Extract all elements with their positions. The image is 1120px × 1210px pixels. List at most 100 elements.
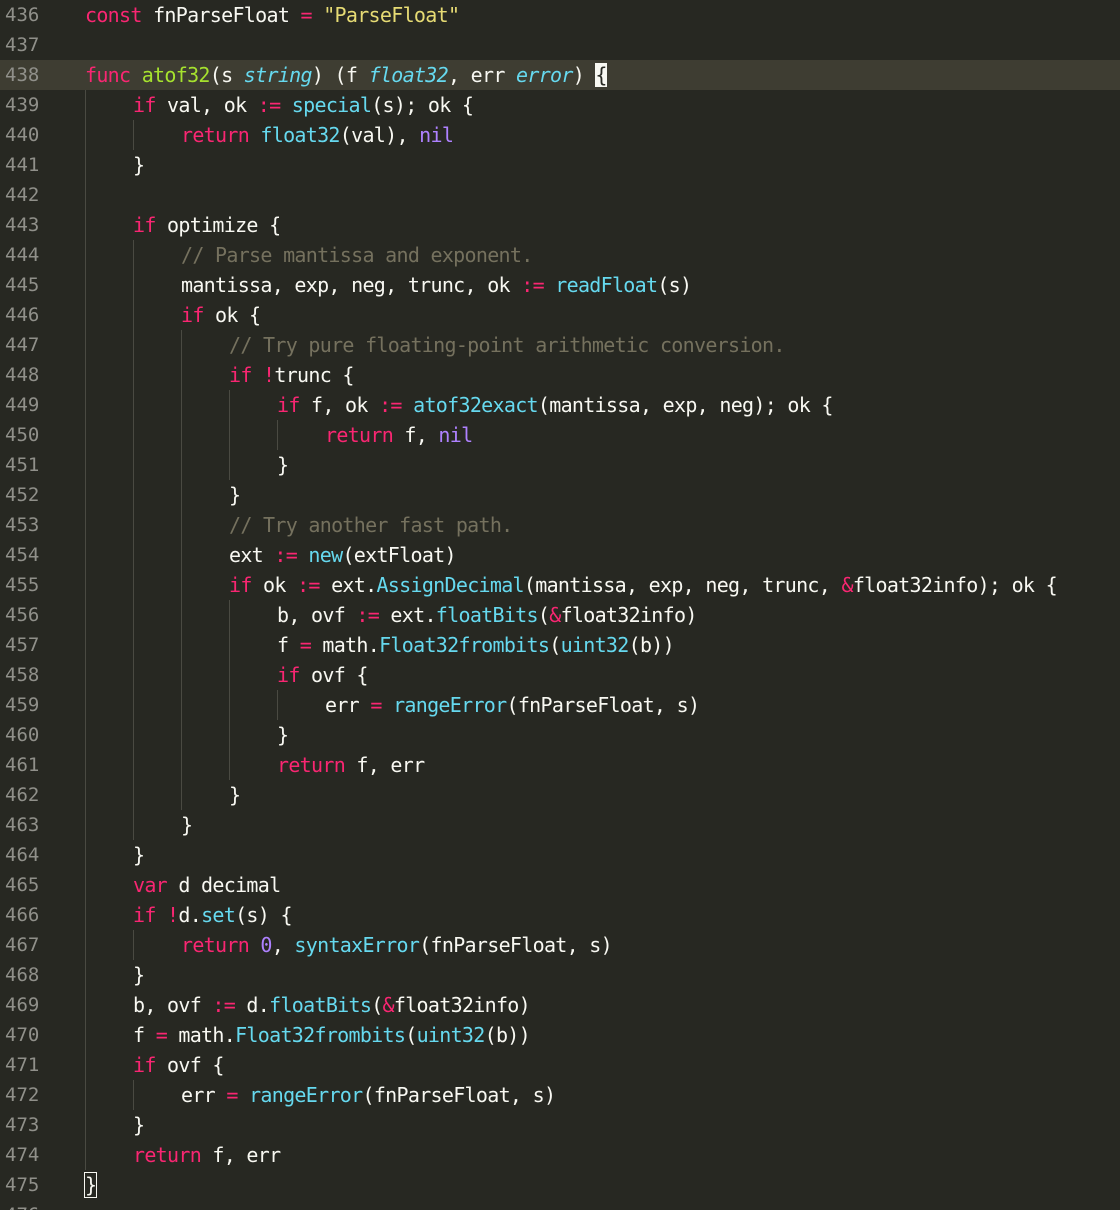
code-line[interactable]: 439 if val, ok := special(s); ok { [0,90,1120,120]
code-token: f [277,633,289,657]
line-number: 453 [5,514,40,536]
code-text: // Try pure floating-point arithmetic co… [229,330,785,360]
code-text: if ok := ext.AssignDecimal(mantissa, exp… [229,570,1058,600]
code-line[interactable]: 464} [0,840,1120,870]
code-line[interactable]: 469 b, ovf := d.floatBits(&float32info) [0,990,1120,1020]
code-line[interactable]: 454 ext := new(extFloat) [0,540,1120,570]
code-line[interactable]: 476 [0,1200,1120,1210]
code-line[interactable]: 474 return f, err [0,1140,1120,1170]
code-token: nil [419,123,454,147]
code-line[interactable]: 470 f = math.Float32frombits(uint32(b)) [0,1020,1120,1050]
code-token: d. [246,993,270,1017]
code-token: // Try another fast path. [229,513,513,537]
indent-guide [277,420,278,450]
code-text: func atof32(s string) (f float32, err er… [85,60,607,90]
code-line[interactable]: 438 func atof32(s string) (f float32, err… [0,60,1120,90]
code-token: return [325,423,394,447]
code-text: } [83,1170,98,1200]
code-line[interactable]: 467 return 0, syntaxError(fnParseFloat, s… [0,930,1120,960]
code-token: f, err [212,1143,281,1167]
code-line[interactable]: 446 if ok { [0,300,1120,330]
code-text: if ovf { [133,1050,224,1080]
code-text: } [133,1110,145,1140]
code-line[interactable]: 444 // Parse mantissa and exponent. [0,240,1120,270]
code-token: err [181,1083,216,1107]
code-token: if [133,213,156,237]
code-token: nil [438,423,473,447]
code-token: if [277,393,300,417]
code-line[interactable]: 452} [0,480,1120,510]
code-token: ! [263,363,275,387]
code-text: // Try another fast path. [229,510,513,540]
code-line[interactable]: 472 err = rangeError(fnParseFloat, s) [0,1080,1120,1110]
code-text: return 0, syntaxError(fnParseFloat, s) [181,930,613,960]
code-line[interactable]: 475} [0,1170,1120,1200]
code-line[interactable]: 457 f = math.Float32frombits(uint32(b)) [0,630,1120,660]
code-token: if [133,903,156,927]
code-token: := [356,603,380,627]
code-token: (s [209,63,233,87]
code-token: { [595,63,607,87]
code-line[interactable]: 462} [0,780,1120,810]
code-line[interactable]: 437 [0,30,1120,60]
code-line[interactable]: 450 return f, nil [0,420,1120,450]
code-editor[interactable]: 436 const fnParseFloat = "ParseFloat" 437 4… [0,0,1120,1210]
code-text: if optimize { [133,210,281,240]
code-line[interactable]: 443 if optimize { [0,210,1120,240]
code-line[interactable]: 447 // Try pure floating-point arithmetic… [0,330,1120,360]
code-line[interactable]: 445 mantissa, exp, neg, trunc, ok := read… [0,270,1120,300]
line-number: 471 [5,1054,40,1076]
code-line[interactable]: 442 [0,180,1120,210]
code-token: floatBits [435,603,539,627]
code-line[interactable]: 456 b, ovf := ext.floatBits(&float32info) [0,600,1120,630]
code-token: } [133,843,145,867]
code-token: b, ovf [277,603,346,627]
indent-guide [133,1080,134,1110]
code-token: fnParseFloat [153,3,290,27]
code-token: if [277,663,300,687]
code-line[interactable]: 465 var d decimal [0,870,1120,900]
code-line[interactable]: 460} [0,720,1120,750]
code-token: := [257,93,281,117]
code-token: f [133,1023,145,1047]
code-token: atof32exact [413,393,538,417]
code-line[interactable]: 449 if f, ok := atof32exact(mantissa, exp… [0,390,1120,420]
code-line[interactable]: 448 if !trunc { [0,360,1120,390]
line-number: 463 [5,814,40,836]
code-token: optimize { [167,213,281,237]
indent-guide [229,600,230,780]
code-token: & [382,993,395,1017]
code-token: , [271,933,284,957]
code-line[interactable]: 440 return float32(val), nil [0,120,1120,150]
code-line[interactable]: 461 return f, err [0,750,1120,780]
code-line[interactable]: 468} [0,960,1120,990]
code-text: } [229,780,241,810]
code-line[interactable]: 459 err = rangeError(fnParseFloat, s) [0,690,1120,720]
code-token: } [133,1113,145,1137]
line-number: 451 [5,454,40,476]
code-line[interactable]: 455 if ok := ext.AssignDecimal(mantissa, … [0,570,1120,600]
code-token: return [181,123,250,147]
code-line[interactable]: 458 if ovf { [0,660,1120,690]
code-text: ext := new(extFloat) [229,540,457,570]
code-line[interactable]: 436 const fnParseFloat = "ParseFloat" [0,0,1120,30]
code-token: (b)) [628,633,675,657]
code-line[interactable]: 441} [0,150,1120,180]
code-token: return [277,753,346,777]
indent-guide [133,120,134,150]
code-token: Float32frombits [235,1023,406,1047]
indent-guide [181,330,182,810]
code-line[interactable]: 463} [0,810,1120,840]
code-line[interactable]: 451} [0,450,1120,480]
line-number: 449 [5,394,40,416]
code-token: f, err [356,753,425,777]
code-line[interactable]: 453 // Try another fast path. [0,510,1120,540]
line-number: 446 [5,304,40,326]
code-text: err = rangeError(fnParseFloat, s) [325,690,700,720]
code-line[interactable]: 473} [0,1110,1120,1140]
code-token: error [516,63,573,87]
indent-guide [133,240,134,840]
line-number: 452 [5,484,40,506]
code-line[interactable]: 471 if ovf { [0,1050,1120,1080]
code-line[interactable]: 466 if !d.set(s) { [0,900,1120,930]
